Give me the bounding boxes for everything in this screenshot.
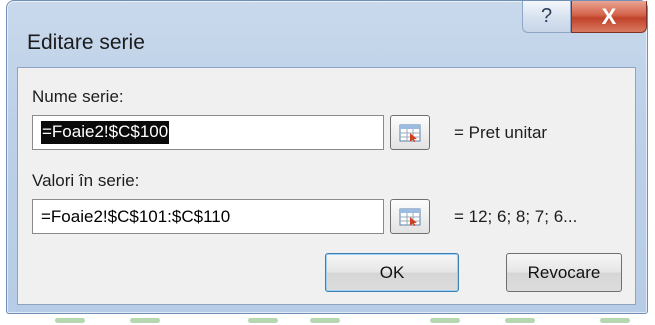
range-selector-icon [399,124,421,142]
cancel-button[interactable]: Revocare [506,253,622,292]
series-name-value: =Foaie2!$C$100 [41,121,170,144]
close-button[interactable]: X [571,1,647,33]
series-name-range-button[interactable] [390,115,430,150]
sheet-marker [55,318,85,323]
sheet-marker [248,318,278,323]
series-values-field[interactable]: =Foaie2!$C$101:$C$110 [32,199,384,234]
help-icon: ? [540,5,553,27]
close-icon: X [601,3,617,29]
sheet-marker [505,318,535,323]
sheet-marker [430,318,460,323]
series-values-value: =Foaie2!$C$101:$C$110 [41,206,231,226]
dialog-body: Nume serie: =Foaie2!$C$100 = Pret unitar… [17,67,636,305]
sheet-marker [600,318,630,323]
edit-series-dialog: Editare serie ? X Nume serie: =Foaie2!$C… [6,0,648,314]
dialog-title: Editare serie [27,31,145,54]
series-name-field[interactable]: =Foaie2!$C$100 [32,115,384,150]
ok-button[interactable]: OK [325,253,459,292]
series-values-label: Valori în serie: [32,171,140,190]
help-button[interactable]: ? [522,1,571,33]
series-name-result: = Pret unitar [454,123,548,142]
series-values-range-button[interactable] [390,199,430,234]
background-sheet-strip [0,314,655,325]
range-selector-icon [399,208,421,226]
series-values-result: = 12; 6; 8; 7; 6... [454,207,578,226]
series-name-label: Nume serie: [32,87,124,106]
sheet-marker [310,318,340,323]
sheet-marker [130,318,160,323]
